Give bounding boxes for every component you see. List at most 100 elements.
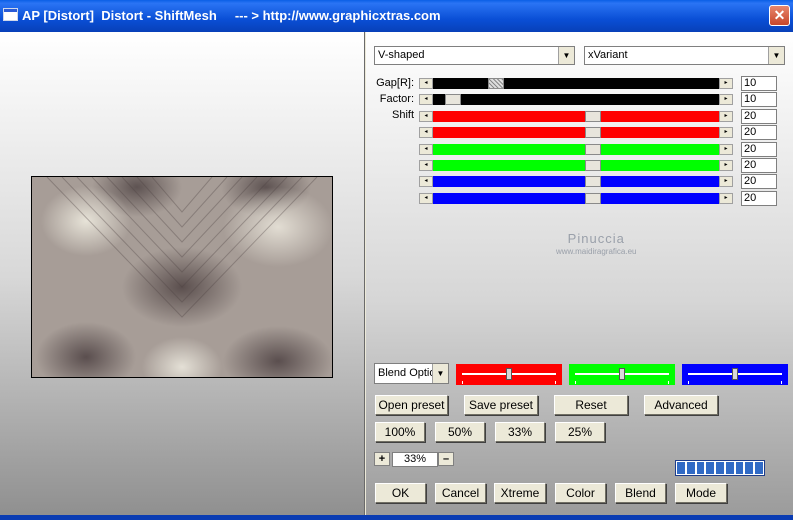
blend-button[interactable]: Blend xyxy=(615,483,666,503)
slider-track[interactable] xyxy=(433,78,719,89)
slider-right-arrow-icon[interactable]: ▸ xyxy=(719,176,733,187)
slider-thumb[interactable] xyxy=(488,78,504,89)
open-preset-button[interactable]: Open preset xyxy=(375,395,448,415)
slider-thumb[interactable] xyxy=(585,160,601,171)
zoom-plus-button[interactable]: + xyxy=(374,452,390,466)
blend-color-slider[interactable] xyxy=(682,364,788,385)
window-title: AP [Distort] Distort - ShiftMesh --- > h… xyxy=(22,8,441,23)
color-button[interactable]: Color xyxy=(555,483,606,503)
variant-dropdown[interactable]: xVariant ▼ xyxy=(584,46,785,65)
slider-left-arrow-icon[interactable]: ◂ xyxy=(419,176,433,187)
slider-thumb[interactable] xyxy=(585,193,601,204)
slider-shift-red-2[interactable]: ◂ ▸ xyxy=(419,127,733,138)
slider-shift-red-1[interactable]: ◂ ▸ xyxy=(419,111,733,122)
slider-value-field-gap[interactable]: 10 xyxy=(741,76,777,91)
watermark-url: www.maidiragrafica.eu xyxy=(556,247,637,256)
zoom-100-button[interactable]: 100% xyxy=(375,422,425,442)
zoom-50-button[interactable]: 50% xyxy=(435,422,485,442)
progress-segment xyxy=(725,462,734,474)
chevron-down-icon[interactable]: ▼ xyxy=(768,47,784,64)
slider-right-arrow-icon[interactable]: ▸ xyxy=(719,144,733,155)
slider-value-field-shift-blue-2[interactable]: 20 xyxy=(741,191,777,206)
blend-slider-ticks xyxy=(575,381,669,384)
slider-right-arrow-icon[interactable]: ▸ xyxy=(719,193,733,204)
slider-right-arrow-icon[interactable]: ▸ xyxy=(719,127,733,138)
variant-dropdown-value: xVariant xyxy=(588,49,628,61)
factor-label: Factor: xyxy=(379,93,414,105)
slider-value-field-shift-red-2[interactable]: 20 xyxy=(741,125,777,140)
save-preset-button[interactable]: Save preset xyxy=(464,395,538,415)
slider-shift-blue-1[interactable]: ◂ ▸ xyxy=(419,176,733,187)
slider-shift-green-2[interactable]: ◂ ▸ xyxy=(419,160,733,171)
blend-slider-ticks xyxy=(462,381,556,384)
blend-slider-thumb[interactable] xyxy=(506,368,512,380)
slider-right-arrow-icon[interactable]: ▸ xyxy=(719,160,733,171)
preview-panel xyxy=(0,32,365,520)
progress-segment xyxy=(677,462,685,474)
blend-slider-thumb[interactable] xyxy=(732,368,738,380)
slider-track[interactable] xyxy=(433,94,719,105)
slider-value-field-factor[interactable]: 10 xyxy=(741,92,777,107)
slider-track[interactable] xyxy=(433,193,719,204)
progress-segment xyxy=(706,462,715,474)
slider-track[interactable] xyxy=(433,144,719,155)
shift-label: Shift xyxy=(391,109,414,121)
ok-button[interactable]: OK xyxy=(375,483,426,503)
controls-panel: V-shaped ▼ xVariant ▼ Gap[R]: Factor: Sh… xyxy=(366,32,793,520)
slider-left-arrow-icon[interactable]: ◂ xyxy=(419,193,433,204)
slider-track[interactable] xyxy=(433,160,719,171)
blend-color-slider[interactable] xyxy=(456,364,562,385)
slider-left-arrow-icon[interactable]: ◂ xyxy=(419,160,433,171)
slider-left-arrow-icon[interactable]: ◂ xyxy=(419,78,433,89)
slider-right-arrow-icon[interactable]: ▸ xyxy=(719,78,733,89)
xtreme-button[interactable]: Xtreme xyxy=(494,483,546,503)
slider-left-arrow-icon[interactable]: ◂ xyxy=(419,111,433,122)
slider-track[interactable] xyxy=(433,127,719,138)
slider-thumb[interactable] xyxy=(585,127,601,138)
slider-thumb[interactable] xyxy=(585,144,601,155)
preview-image xyxy=(31,176,333,378)
blend-options-value: Blend Optio xyxy=(378,367,436,379)
watermark: Pinuccia www.maidiragrafica.eu xyxy=(556,231,636,256)
slider-thumb[interactable] xyxy=(585,111,601,122)
app-icon xyxy=(3,8,18,21)
slider-value-field-shift-red-1[interactable]: 20 xyxy=(741,109,777,124)
blend-options-dropdown[interactable]: Blend Optio ▼ xyxy=(374,363,449,384)
mode-dropdown[interactable]: V-shaped ▼ xyxy=(374,46,575,65)
slider-left-arrow-icon[interactable]: ◂ xyxy=(419,144,433,155)
progress-segment xyxy=(696,462,705,474)
title-bar: AP [Distort] Distort - ShiftMesh --- > h… xyxy=(0,0,793,32)
slider-value-field-shift-green-2[interactable]: 20 xyxy=(741,158,777,173)
slider-left-arrow-icon[interactable]: ◂ xyxy=(419,94,433,105)
slider-value-field-shift-blue-1[interactable]: 20 xyxy=(741,174,777,189)
progress-segment xyxy=(716,462,724,474)
slider-shift-green-1[interactable]: ◂ ▸ xyxy=(419,144,733,155)
chevron-down-icon[interactable]: ▼ xyxy=(432,364,448,383)
slider-track[interactable] xyxy=(433,176,719,187)
zoom-minus-button[interactable]: – xyxy=(438,452,454,466)
slider-factor[interactable]: ◂ ▸ xyxy=(419,94,733,105)
gap-label: Gap[R]: xyxy=(376,77,414,89)
window-bottom-border xyxy=(0,515,793,520)
slider-labels: Gap[R]: Factor: Shift xyxy=(366,77,414,137)
mode-button[interactable]: Mode xyxy=(675,483,727,503)
slider-shift-blue-2[interactable]: ◂ ▸ xyxy=(419,193,733,204)
slider-right-arrow-icon[interactable]: ▸ xyxy=(719,111,733,122)
slider-left-arrow-icon[interactable]: ◂ xyxy=(419,127,433,138)
cancel-button[interactable]: Cancel xyxy=(435,483,486,503)
slider-thumb[interactable] xyxy=(585,176,601,187)
slider-thumb[interactable] xyxy=(445,94,461,105)
chevron-down-icon[interactable]: ▼ xyxy=(558,47,574,64)
blend-slider-thumb[interactable] xyxy=(619,368,625,380)
advanced-button[interactable]: Advanced xyxy=(644,395,718,415)
slider-value-field-shift-green-1[interactable]: 20 xyxy=(741,142,777,157)
blend-color-slider[interactable] xyxy=(569,364,675,385)
reset-button[interactable]: Reset xyxy=(554,395,628,415)
slider-gap[interactable]: ◂ ▸ xyxy=(419,78,733,89)
zoom-33-button[interactable]: 33% xyxy=(495,422,545,442)
zoom-25-button[interactable]: 25% xyxy=(555,422,605,442)
slider-track[interactable] xyxy=(433,111,719,122)
close-button[interactable]: ✕ xyxy=(769,5,790,26)
slider-right-arrow-icon[interactable]: ▸ xyxy=(719,94,733,105)
zoom-value-field[interactable]: 33% xyxy=(392,452,438,467)
